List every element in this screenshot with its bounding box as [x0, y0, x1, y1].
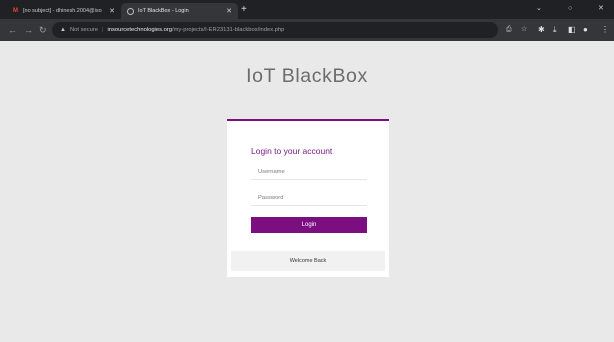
profile-avatar-icon[interactable]: ●	[583, 24, 588, 36]
globe-icon	[127, 7, 134, 15]
username-placeholder: Username	[258, 169, 285, 175]
forward-arrow-icon[interactable]: →	[24, 23, 33, 37]
url-path: /my-projects/I-ER23131-blackbox/index.ph…	[171, 27, 285, 33]
welcome-back-footer: Welcome Back	[231, 251, 385, 271]
brand-title: IoT BlackBox	[246, 65, 368, 87]
url-host: insourcetechnologies.org	[107, 27, 172, 33]
back-arrow-icon[interactable]: ←	[8, 23, 17, 37]
tab-title: IoT BlackBox - Login	[138, 8, 189, 14]
warning-icon: ▲	[60, 27, 66, 33]
password-field[interactable]: Password	[251, 191, 367, 206]
login-heading: Login to your account	[251, 146, 333, 156]
restore-icon[interactable]: ○	[568, 2, 572, 16]
browser-toolbar: ← → ↻ ▲ Not secure | insourcetechnologie…	[0, 19, 614, 41]
menu-kebab-icon[interactable]: ⋮	[601, 24, 609, 36]
password-placeholder: Password	[258, 195, 284, 201]
tab-close-icon[interactable]: ✕	[109, 7, 115, 15]
login-button[interactable]: Login	[251, 217, 367, 233]
minimize-icon[interactable]: ⌄	[536, 2, 542, 16]
share-icon[interactable]: ⎙	[506, 22, 512, 38]
footer-text: Welcome Back	[289, 258, 327, 264]
extensions-icon[interactable]: ✱	[538, 24, 545, 36]
side-panel-icon[interactable]: ◧	[568, 24, 576, 36]
gmail-icon: M	[13, 8, 18, 14]
page-viewport: IoT BlackBox Login to your account Usern…	[0, 41, 614, 342]
reload-icon[interactable]: ↻	[39, 23, 47, 37]
not-secure-label: Not secure	[69, 27, 98, 33]
close-window-icon[interactable]: ✕	[598, 2, 604, 16]
username-field[interactable]: Username	[251, 165, 367, 180]
download-icon[interactable]: ⤓	[553, 24, 557, 36]
tab-title: [no subject] - dhinesh.2004@iso	[23, 8, 102, 14]
divider: |	[101, 27, 104, 33]
new-tab-button[interactable]: +	[241, 3, 247, 17]
login-card: Login to your account Username Password …	[227, 119, 389, 277]
star-icon[interactable]: ☆	[521, 22, 527, 38]
tab-close-icon[interactable]: ✕	[226, 7, 232, 15]
tab-gmail[interactable]: M [no subject] - dhinesh.2004@iso ✕	[6, 3, 121, 19]
tab-strip: M [no subject] - dhinesh.2004@iso ✕ IoT …	[0, 0, 614, 19]
tab-iot-login[interactable]: IoT BlackBox - Login ✕	[121, 3, 238, 19]
address-bar[interactable]: ▲ Not secure | insourcetechnologies.org …	[52, 22, 498, 38]
